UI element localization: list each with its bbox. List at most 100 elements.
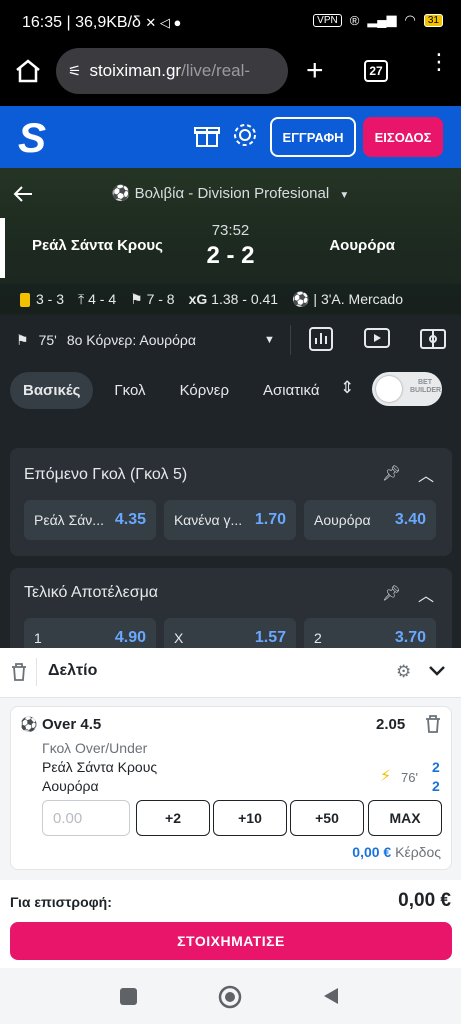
vpn-badge: VPN [313, 13, 342, 27]
selection-name: Over 4.5 [42, 716, 102, 733]
odd-button[interactable]: Κανένα γ... 1.70 [164, 500, 296, 540]
tab-asian[interactable]: Ασιατικά [250, 372, 333, 409]
stake-input[interactable]: 0.00 [42, 800, 130, 836]
live-stream-icon[interactable] [363, 326, 391, 352]
max-stake-button[interactable]: MAX [368, 800, 442, 836]
url-path: /live/real- [181, 61, 251, 80]
net-speed: 36,9KB/δ [75, 14, 141, 31]
divider [36, 658, 37, 686]
odd-value: 4.90 [114, 629, 146, 646]
odd-value: 1.57 [254, 629, 286, 646]
new-tab-icon[interactable]: + [306, 56, 324, 86]
odd-button[interactable]: Αουρόρα 3.40 [304, 500, 436, 540]
match-stats-row: 3 - 3 ⤒ 4 - 4 ⚑ 7 - 8 xG 1.38 - 0.41 ⚽ |… [0, 284, 461, 314]
status-time: 16:35 | 36,9KB/δ ✕ ◁ ● [22, 14, 182, 31]
tab-main[interactable]: Βασικές [10, 372, 94, 409]
event-text: 8ο Κόρνερ: Αουρόρα [66, 332, 196, 348]
stoiximan-logo[interactable]: S [18, 114, 46, 162]
odd-value: 4.35 [114, 511, 146, 528]
return-label: Για επιστροφή: [10, 894, 112, 910]
odd-value: 3.70 [394, 629, 426, 646]
tab-switcher[interactable]: 27 [364, 60, 388, 82]
market-title: Επόμενο Γκολ (Γκολ 5) [24, 466, 188, 483]
attack-icon: ⚑ [130, 290, 147, 307]
pin-icon[interactable]: 📌︎ [382, 464, 401, 482]
odd-label: Ρεάλ Σάν... [34, 512, 104, 528]
league-selector[interactable]: ⚽ Βολιβία - Division Profesional ▼ [0, 184, 461, 202]
tab-corners[interactable]: Κόρνερ [167, 372, 242, 409]
quick-stake-button[interactable]: +50 [290, 800, 364, 836]
market-name: Γκολ Over/Under [42, 740, 148, 756]
quick-stake-button[interactable]: +2 [136, 800, 210, 836]
signal-icon: ▂▄▆ [367, 12, 397, 27]
recents-icon[interactable] [120, 988, 137, 1005]
pin-icon[interactable]: 📌︎ [382, 584, 401, 602]
odd-label: Αουρόρα [314, 512, 371, 528]
chevron-down-icon[interactable]: ▼ [264, 334, 275, 346]
battery-icon: 31 [423, 13, 443, 27]
betslip-title: Δελτίο [48, 662, 98, 679]
collapse-all-icon[interactable]: ⇕ [340, 378, 354, 398]
event-corner-icon: ⚑ [16, 331, 29, 348]
chevron-up-icon[interactable]: ︿ [418, 462, 434, 486]
gear-icon[interactable] [232, 122, 258, 148]
bet-builder-label: BET BUILDER [410, 379, 442, 394]
market-title: Τελικό Αποτέλεσμα [24, 584, 159, 601]
shots-stat: ⤒ 4 - 4 [78, 290, 117, 307]
quick-stake-button[interactable]: +10 [213, 800, 287, 836]
selection-odds: 2.05 [376, 716, 406, 733]
menu-icon[interactable]: ⋮ [428, 51, 450, 73]
home-icon[interactable] [14, 58, 42, 84]
event-feed-row[interactable]: ⚑ 75' 8ο Κόρνερ: Αουρόρα ▼ [0, 318, 461, 362]
url-host: stoiximan.gr [89, 61, 182, 80]
trash-icon[interactable] [424, 714, 442, 734]
profit-label: Κέρδος [395, 844, 441, 860]
odd-label: 1 [34, 630, 42, 646]
profit-value: 0,00 € [352, 844, 392, 860]
login-button[interactable]: ΕΙΣΟΔΟΣ [363, 117, 443, 157]
away-team: Αουρόρα [329, 237, 395, 254]
chevron-down-icon[interactable] [428, 664, 446, 678]
back-triangle-icon[interactable] [322, 986, 340, 1006]
toggle-knob [376, 376, 402, 402]
soccer-ball-icon: ⚽ [111, 185, 131, 202]
registered-icon: ® [349, 12, 360, 28]
xg-stat: xG 1.38 - 0.41 [188, 291, 279, 307]
last-event-stat: ⚽ | 3'A. Mercado [292, 290, 403, 307]
home-team: Ρεάλ Σάντα Κρους [42, 759, 158, 775]
wifi-icon: ◠ [404, 12, 416, 27]
soccer-ball-icon: ⚽ [20, 716, 38, 732]
place-bet-button[interactable]: ΣΤΟΙΧΗΜΑΤΙΣΕ [10, 922, 452, 960]
home-circle-icon[interactable] [218, 985, 242, 1009]
pitch-tracker-icon[interactable] [419, 326, 447, 352]
chevron-up-icon[interactable]: ︿ [418, 582, 434, 606]
divider [290, 325, 291, 355]
odd-value: 1.70 [254, 511, 286, 528]
market-tabs: Βασικές Γκολ Κόρνερ Ασιατικά [10, 372, 333, 409]
away-score: 2 [432, 778, 440, 794]
cards-stat: 3 - 3 [20, 291, 64, 308]
return-value: 0,00 € [398, 890, 451, 911]
attacks-stat: ⚑ 7 - 8 [130, 290, 175, 307]
shot-icon: ⤒ [78, 290, 89, 307]
register-button[interactable]: ΕΓΓΡΑΦΗ [270, 117, 356, 157]
address-bar[interactable]: ⚟ stoiximan.gr/live/real- [56, 48, 288, 94]
odd-button[interactable]: Ρεάλ Σάν... 4.35 [24, 500, 156, 540]
profit-row: 0,00 € Κέρδος [352, 844, 441, 860]
chevron-down-icon: ▼ [339, 190, 350, 201]
stats-chart-icon[interactable] [308, 326, 334, 352]
site-settings-icon[interactable]: ⚟ [68, 62, 81, 80]
settings-icon[interactable]: ⚙ [396, 662, 411, 682]
away-team: Αουρόρα [42, 778, 99, 794]
odd-label: Κανένα γ... [174, 512, 243, 528]
event-minute: 75' [38, 332, 57, 348]
clock-text: 16:35 [22, 14, 63, 31]
status-indicators: VPN ® ▂▄▆ ◠ 31 [313, 12, 443, 28]
lightning-icon: ⚡ [380, 768, 392, 785]
home-score: 2 [432, 759, 440, 775]
yellow-card-icon [20, 293, 30, 308]
gift-icon[interactable] [194, 122, 220, 148]
tab-goals[interactable]: Γκολ [101, 372, 158, 409]
trash-icon[interactable] [10, 662, 28, 682]
odd-label: 2 [314, 630, 322, 646]
